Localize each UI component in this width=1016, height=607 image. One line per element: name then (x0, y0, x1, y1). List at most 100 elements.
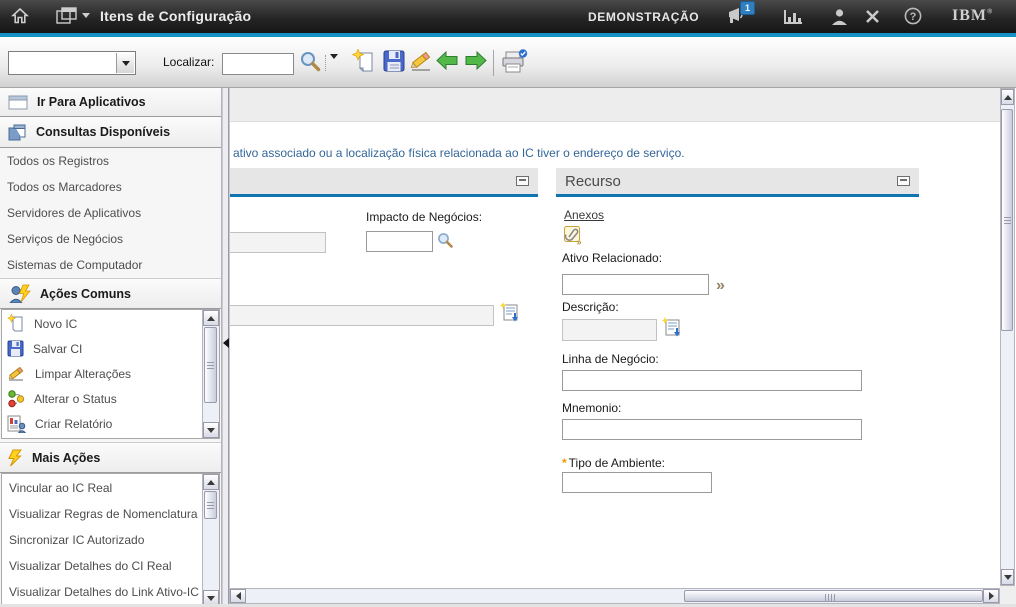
query-item[interactable]: Sistemas de Computador (0, 252, 221, 278)
triangle-up-icon (1004, 95, 1012, 100)
arrow-right-icon (463, 49, 488, 72)
attachments-link[interactable]: Anexos (564, 208, 604, 222)
query-list: Todos os Registros Todos os Marcadores S… (0, 148, 221, 278)
new-record-button[interactable] (352, 49, 377, 79)
scroll-up-button[interactable] (203, 474, 219, 490)
scroll-down-button[interactable] (1001, 569, 1014, 585)
advanced-search-dropdown[interactable] (330, 59, 338, 77)
find-label: Localizar: (163, 55, 214, 69)
previous-record-button[interactable] (435, 49, 460, 77)
business-impact-input[interactable] (366, 231, 433, 252)
query-item[interactable]: Servidores de Aplicativos (0, 200, 221, 226)
go-to-applications-menu[interactable] (56, 7, 90, 24)
minimize-section-button[interactable] (516, 176, 529, 186)
home-icon[interactable] (11, 7, 29, 30)
section-title: Ir Para Aplicativos (37, 95, 146, 109)
scrollbar-thumb[interactable] (1001, 109, 1013, 331)
action-vincular-ic-real[interactable]: Vincular ao IC Real (2, 475, 202, 501)
long-description-button[interactable] (662, 317, 683, 343)
scroll-right-button[interactable] (983, 589, 999, 603)
thumb-grip (207, 365, 214, 366)
action-criar-relatorio[interactable]: Criar Relatório (2, 411, 202, 436)
info-message: ativo associado ou a localização física … (233, 146, 685, 160)
related-asset-input[interactable] (562, 274, 709, 295)
long-description-button[interactable] (500, 302, 521, 328)
save-icon (7, 340, 24, 357)
reports-button[interactable] (783, 9, 803, 30)
action-alterar-status[interactable]: Alterar o Status (2, 386, 202, 411)
scroll-left-button[interactable] (230, 589, 246, 603)
action-regras-nomenclatura[interactable]: Visualizar Regras de Nomenclatura (2, 501, 202, 527)
query-label: Todos os Marcadores (7, 180, 122, 194)
common-actions-scrollbar[interactable] (202, 310, 219, 438)
business-impact-lookup-button[interactable] (437, 232, 454, 254)
action-detalhes-ci-real[interactable]: Visualizar Detalhes do CI Real (2, 553, 202, 579)
help-button[interactable]: ? (904, 7, 922, 30)
clear-changes-button[interactable] (408, 49, 434, 78)
action-novo-ic[interactable]: Novo IC (2, 311, 202, 336)
announcements-button[interactable]: 1 (725, 6, 747, 30)
paperclip-icon: » (563, 225, 584, 246)
vertical-scrollbar[interactable] (1000, 88, 1015, 586)
detail-menu-button[interactable]: » (716, 278, 725, 294)
query-item[interactable]: Todos os Marcadores (0, 174, 221, 200)
scrollbar-thumb[interactable] (204, 491, 217, 519)
action-salvar-ci[interactable]: Salvar CI (2, 336, 202, 361)
action-sincronizar-ic[interactable]: Sincronizar IC Autorizado (2, 527, 202, 553)
ibm-logo: IBM® (952, 7, 993, 25)
query-select[interactable] (8, 51, 136, 75)
line-of-business-label: Linha de Negócio: (562, 352, 659, 366)
description-label: Descrição: (562, 300, 619, 314)
common-actions-list: Novo IC Salvar CI Limpar Alterações Alte… (1, 309, 220, 439)
line-of-business-input[interactable] (562, 370, 862, 391)
section-title: Consultas Disponíveis (36, 125, 170, 139)
query-item[interactable]: Todos os Registros (0, 148, 221, 174)
print-button[interactable] (501, 49, 528, 79)
query-label: Sistemas de Computador (7, 258, 142, 272)
section-title: Ações Comuns (40, 287, 131, 301)
profile-button[interactable] (831, 8, 848, 30)
environment-type-label: *Tipo de Ambiente: (562, 456, 665, 470)
sidebar-section-more-actions[interactable]: Mais Ações (0, 442, 221, 473)
horizontal-scrollbar[interactable] (229, 588, 1000, 604)
eraser-pencil-icon (7, 365, 26, 382)
sidebar-section-common-actions[interactable]: Ações Comuns (0, 278, 221, 309)
find-button[interactable] (299, 50, 322, 78)
scrollbar-thumb[interactable] (204, 327, 217, 403)
next-record-button[interactable] (463, 49, 488, 77)
action-label: Visualizar Regras de Nomenclatura (9, 507, 198, 521)
navigation-sidebar: Ir Para Aplicativos Consultas Disponívei… (0, 88, 222, 607)
toolbar-dotted-separator (325, 55, 326, 71)
attachments-button[interactable]: » (563, 225, 584, 251)
sidebar-section-go-to-applications[interactable]: Ir Para Aplicativos (0, 88, 221, 117)
scroll-up-button[interactable] (203, 310, 219, 326)
action-label: Sincronizar IC Autorizado (9, 533, 144, 547)
printer-icon (501, 49, 528, 74)
section-title: Mais Ações (32, 451, 100, 465)
action-detalhes-link-ativo-ic[interactable]: Visualizar Detalhes do Link Ativo-IC (2, 579, 202, 605)
search-icon (437, 232, 454, 249)
save-record-button[interactable] (382, 49, 406, 78)
minimize-section-button[interactable] (897, 176, 910, 186)
action-label: Criar Relatório (35, 417, 112, 431)
action-label: Alterar o Status (34, 392, 117, 406)
description-input (562, 319, 657, 341)
find-input[interactable] (222, 53, 294, 75)
action-label: Limpar Alterações (35, 367, 131, 381)
long-description-icon (500, 302, 521, 323)
action-limpar-alteracoes[interactable]: Limpar Alterações (2, 361, 202, 386)
more-actions-scrollbar[interactable] (202, 474, 219, 606)
scroll-up-button[interactable] (1001, 89, 1014, 105)
scrollbar-thumb[interactable] (684, 590, 983, 602)
sign-out-button[interactable] (864, 8, 881, 30)
query-label: Servidores de Aplicativos (7, 206, 141, 220)
sidebar-section-available-queries[interactable]: Consultas Disponíveis (0, 117, 221, 148)
mnemonic-input[interactable] (562, 419, 862, 440)
environment-type-input[interactable] (562, 472, 712, 493)
scroll-down-button[interactable] (203, 422, 219, 438)
query-item[interactable]: Serviços de Negócios (0, 226, 221, 252)
new-document-icon (7, 314, 25, 333)
query-select-dropdown-button[interactable] (116, 53, 134, 73)
more-actions-list: Vincular ao IC Real Visualizar Regras de… (1, 473, 220, 607)
chevron-down-icon (122, 61, 130, 66)
